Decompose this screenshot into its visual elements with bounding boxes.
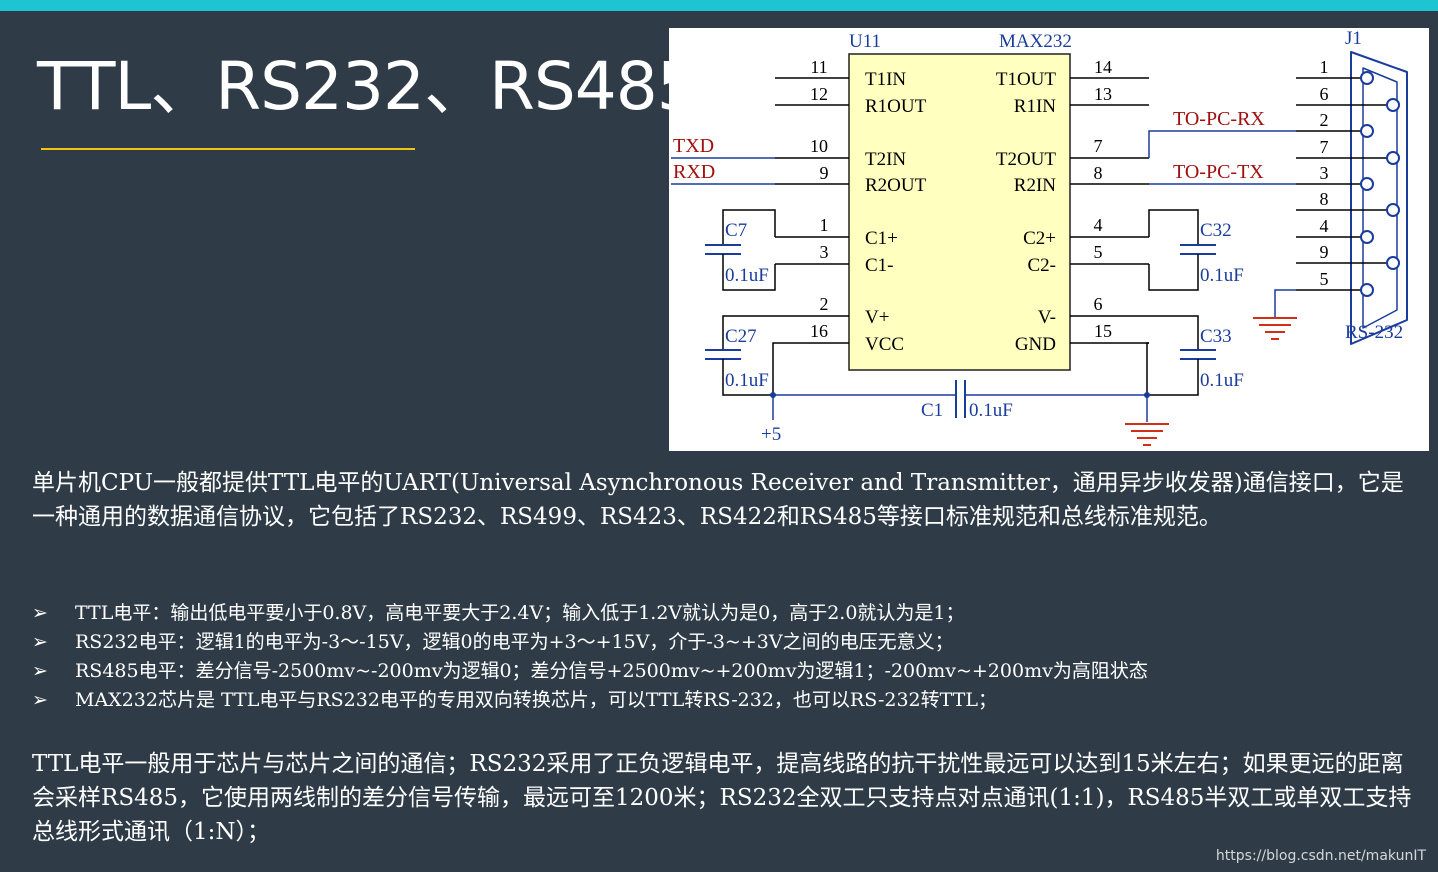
slide-title: TTL、RS232、RS485 [37, 48, 699, 125]
chip-ref-label: U11 [849, 31, 881, 52]
schematic-diagram: U11 MAX232 11 12 10 9 1 3 2 16 T1IN R1OU… [671, 28, 1408, 446]
pin-name: R2OUT [865, 175, 927, 196]
pin-number: 13 [1094, 84, 1112, 104]
ground-symbol [1253, 317, 1297, 340]
connector-pin-number: 9 [1320, 242, 1329, 262]
top-accent-bar [0, 0, 1438, 11]
to-pc-rx-label: TO-PC-RX [1173, 108, 1265, 130]
cap-value-label: 0.1uF [725, 265, 769, 286]
connector-pin-number: 6 [1320, 84, 1329, 104]
connector-pin-number: 8 [1320, 189, 1329, 209]
pin-number: 1 [820, 215, 829, 235]
cap-c1 [773, 380, 1147, 418]
bullet-text: TTL电平：输出低电平要小于0.8V，高电平要大于2.4V；输入低于1.2V就认… [75, 602, 965, 624]
connector-ground-wire [1274, 289, 1296, 318]
cap-ref-label: C7 [725, 220, 747, 241]
pin-name: C1- [865, 255, 894, 276]
pin-number: 4 [1094, 215, 1103, 235]
connector-pin-number: 1 [1320, 57, 1329, 77]
chip-name-label: MAX232 [999, 31, 1072, 52]
to-pc-tx-label: TO-PC-TX [1173, 161, 1264, 183]
cap-value-label: 0.1uF [1200, 370, 1244, 391]
connector-pin-number: 5 [1320, 269, 1329, 289]
pin-number: 6 [1094, 294, 1103, 314]
connector-pin-number: 3 [1320, 163, 1329, 183]
pin-number: 9 [820, 163, 829, 183]
pin-name: GND [1015, 334, 1056, 355]
cap-ref-label: C1 [921, 400, 943, 421]
bullet-list: ➢ TTL电平：输出低电平要小于0.8V，高电平要大于2.4V；输入低于1.2V就… [32, 599, 1148, 715]
title-underline [41, 148, 415, 150]
bullet-item: ➢ RS485电平：差分信号-2500mv~-200mv为逻辑0；差分信号+250… [32, 657, 1148, 686]
pin-number: 16 [810, 321, 828, 341]
pin-number: 5 [1094, 242, 1103, 262]
ground-symbol [1125, 423, 1169, 446]
cap-value-label: 0.1uF [725, 370, 769, 391]
connector-ref-label: J1 [1345, 28, 1362, 49]
pin-name: T1OUT [996, 69, 1057, 90]
pin-number: 15 [1094, 321, 1112, 341]
pin-number: 10 [810, 136, 828, 156]
bullet-item: ➢ TTL电平：输出低电平要小于0.8V，高电平要大于2.4V；输入低于1.2V就… [32, 599, 1148, 628]
max232-schematic: U11 MAX232 11 12 10 9 1 3 2 16 T1IN R1OU… [669, 28, 1429, 451]
bullet-arrow-icon: ➢ [32, 602, 48, 624]
vcc-net-label: +5 [761, 424, 781, 445]
conclusion-paragraph: TTL电平一般用于芯片与芯片之间的通信；RS232采用了正负逻辑电平，提高线路的… [32, 751, 1412, 845]
pin-number: 2 [820, 294, 829, 314]
pin-name: VCC [865, 334, 904, 355]
txd-net-label: TXD [673, 135, 714, 157]
pin-name: C2+ [1023, 228, 1056, 249]
pin-name: R2IN [1014, 175, 1057, 196]
bullet-arrow-icon: ➢ [32, 660, 48, 682]
pin-number: 11 [810, 57, 827, 77]
cap-ref-label: C27 [725, 326, 757, 347]
connector-pin-number: 4 [1320, 216, 1329, 236]
pin-number: 8 [1094, 163, 1103, 183]
cap-value-label: 0.1uF [1200, 265, 1244, 286]
pin-number: 12 [810, 84, 828, 104]
left-pin-lines [775, 77, 849, 344]
pin-number: 14 [1094, 57, 1112, 77]
connector-pin-number: 7 [1320, 137, 1329, 157]
db9-shell [1350, 51, 1408, 345]
pin-name: C2- [1028, 255, 1057, 276]
bullet-text: RS485电平：差分信号-2500mv~-200mv为逻辑0；差分信号+2500… [75, 660, 1148, 682]
pin-number: 7 [1094, 136, 1103, 156]
bullet-arrow-icon: ➢ [32, 689, 48, 711]
connector-pin-number: 2 [1320, 110, 1329, 130]
connector-name-label: RS-232 [1345, 322, 1403, 343]
pin-name: T2OUT [996, 149, 1057, 170]
rxd-net-label: RXD [673, 161, 715, 183]
bullet-item: ➢ MAX232芯片是 TTL电平与RS232电平的专用双向转换芯片，可以TTL转… [32, 686, 1148, 715]
intro-paragraph: 单片机CPU一般都提供TTL电平的UART(Universal Asynchro… [32, 470, 1404, 530]
bullet-text: MAX232芯片是 TTL电平与RS232电平的专用双向转换芯片，可以TTL转R… [75, 689, 997, 711]
cap-ref-label: C33 [1200, 326, 1232, 347]
bullet-text: RS232电平：逻辑1的电平为-3～-15V，逻辑0的电平为+3～+15V，介于… [75, 631, 954, 653]
pin-name: T2IN [865, 149, 906, 170]
pin-name: V- [1038, 307, 1056, 328]
pin-name: R1IN [1014, 96, 1057, 117]
bullet-item: ➢ RS232电平：逻辑1的电平为-3～-15V，逻辑0的电平为+3～+15V，介… [32, 628, 1148, 657]
watermark-url: https://blog.csdn.net/makunIT [1215, 848, 1426, 864]
pin-name: R1OUT [865, 96, 927, 117]
cap-ref-label: C32 [1200, 220, 1232, 241]
right-pin-lines [1070, 77, 1149, 344]
bullet-arrow-icon: ➢ [32, 631, 48, 653]
cap-value-label: 0.1uF [969, 400, 1013, 421]
pin-name: V+ [865, 307, 889, 328]
pin-name: T1IN [865, 69, 906, 90]
pin-number: 3 [820, 242, 829, 262]
pin-name: C1+ [865, 228, 898, 249]
